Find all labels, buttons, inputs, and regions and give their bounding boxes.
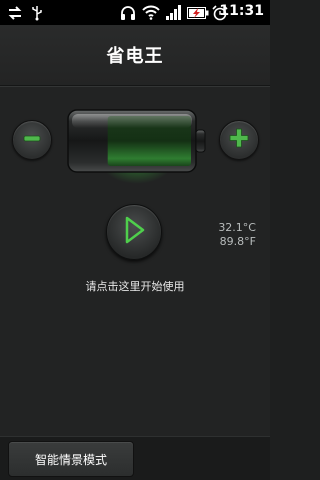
battery-gauge (67, 108, 207, 178)
page-title: 省电王 (106, 46, 164, 67)
smart-mode-button[interactable]: 智能情景模式 (8, 441, 134, 477)
status-bar: 11:31 (0, 0, 270, 25)
temperature-celsius: 32.1°C (218, 221, 256, 234)
increase-button[interactable] (219, 120, 259, 160)
decrease-button[interactable] (12, 120, 52, 160)
headset-icon (120, 4, 136, 21)
play-icon (121, 215, 147, 249)
temperature-fahrenheit: 89.8°F (219, 235, 256, 248)
app-screen: 11:31 省电王 32.1°C 89.8°F 请点击这里开始使用 智能情景模式 (0, 0, 270, 480)
signal-icon (164, 4, 182, 21)
status-time: 11:31 (219, 3, 264, 19)
plus-icon (227, 126, 251, 154)
wifi-icon (142, 4, 160, 21)
minus-icon (21, 127, 43, 153)
bottom-bar: 智能情景模式 (0, 436, 270, 480)
usb-icon (30, 4, 44, 21)
battery-icon (67, 109, 206, 173)
sync-arrows-icon (6, 4, 24, 21)
title-bar: 省电王 (0, 25, 270, 86)
battery-charging-icon (186, 4, 210, 21)
start-hint[interactable]: 请点击这里开始使用 (0, 278, 270, 294)
start-button[interactable] (106, 204, 162, 260)
